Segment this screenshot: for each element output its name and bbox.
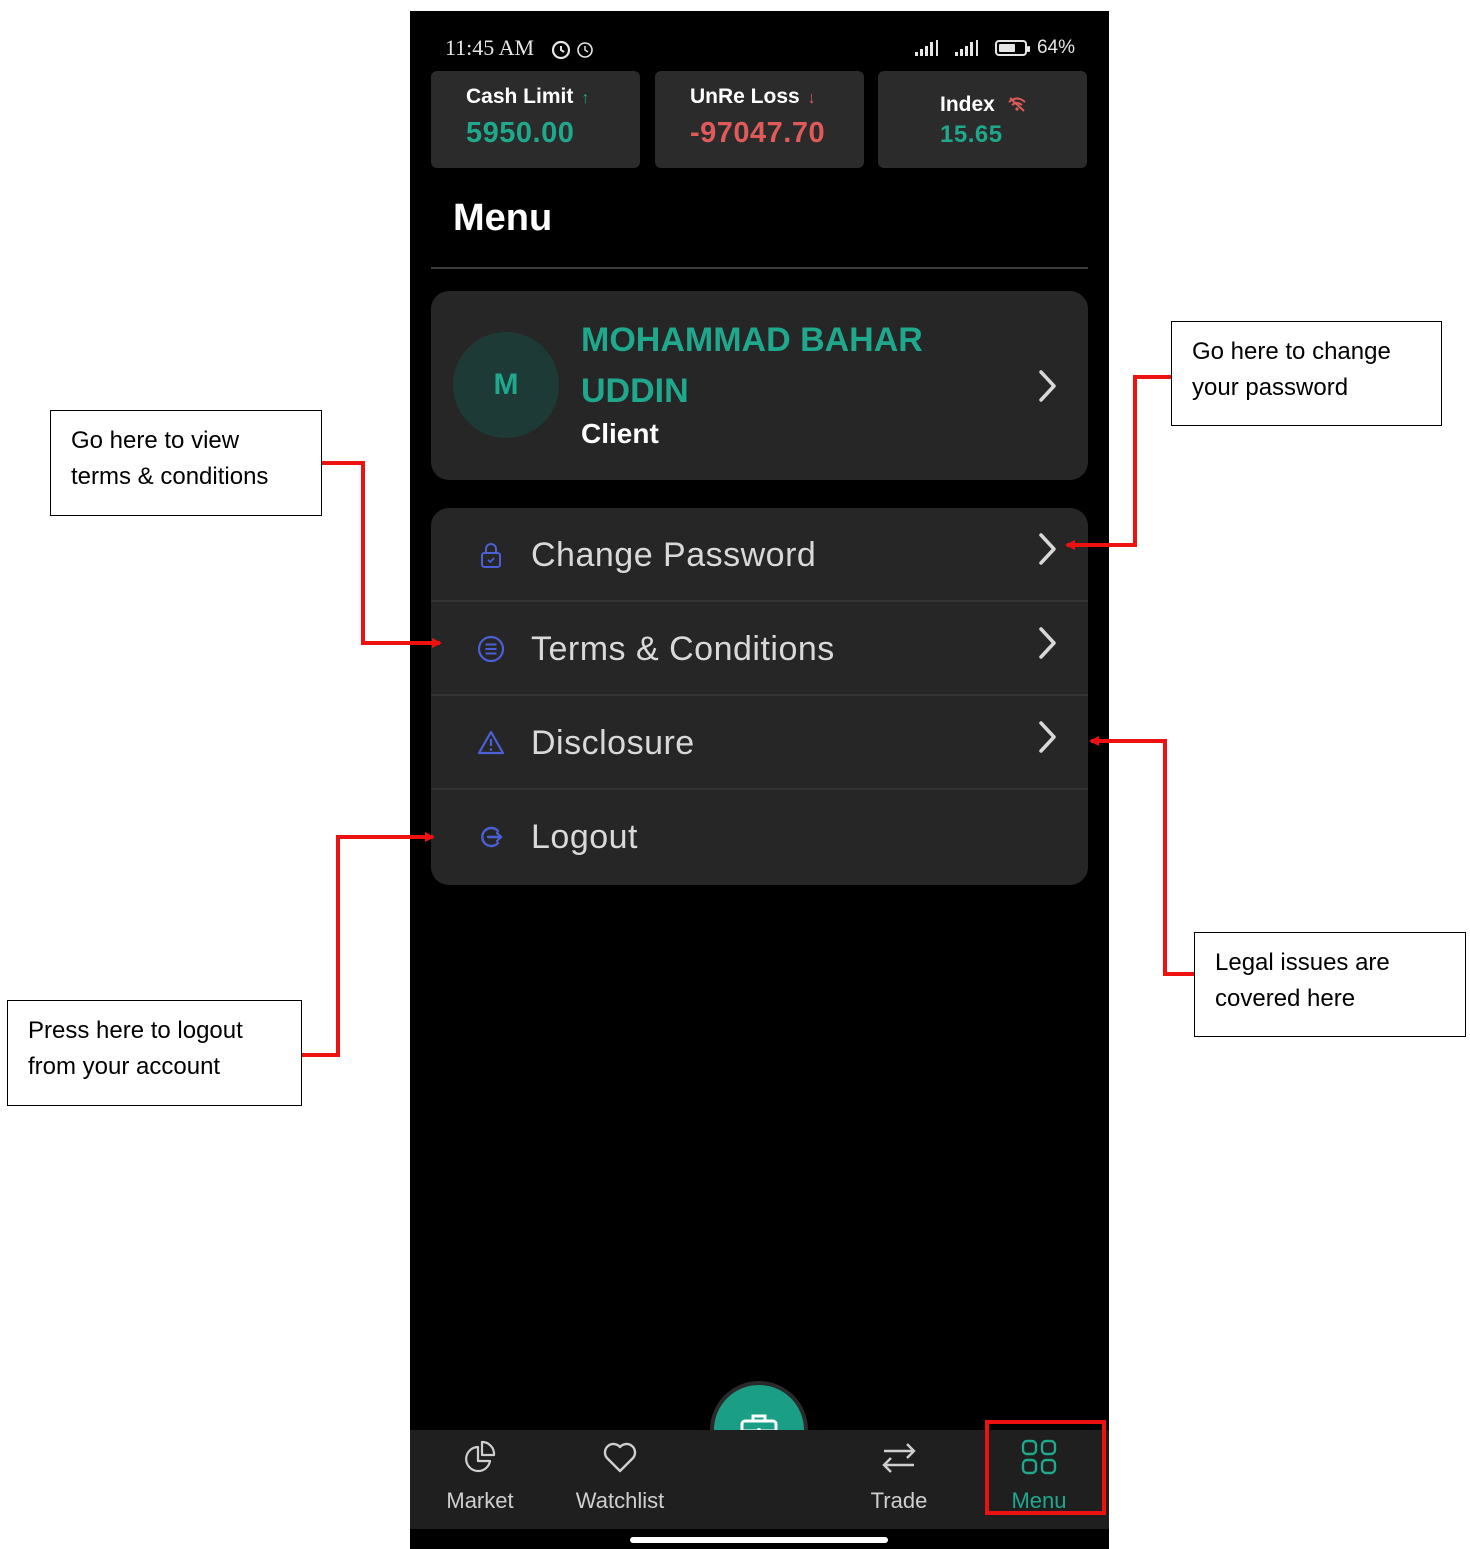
phone-screen: 11:45 AM 64% Cash Limit ↑ 5950.00 UnRe Lo… (410, 11, 1109, 1549)
menu-label-terms: Terms & Conditions (531, 630, 835, 668)
signal-icon-2 (954, 40, 978, 56)
battery-icon (994, 40, 1030, 56)
wifi-off-icon (1008, 97, 1026, 112)
chevron-right-icon (1039, 627, 1056, 659)
list-circle-icon (477, 635, 505, 663)
menu-label-change-password: Change Password (531, 536, 817, 574)
status-indicators: 64% (914, 37, 1075, 59)
menu-label-disclosure: Disclosure (531, 724, 695, 762)
nav-label-market: Market (446, 1488, 514, 1513)
profile-card[interactable]: M MOHAMMAD BAHAR UDDIN Client (431, 291, 1088, 480)
menu-item-logout[interactable]: Logout (431, 790, 1088, 884)
swap-icon (882, 1443, 916, 1473)
alarm-clock-icon (551, 40, 593, 60)
callout-logout: Press here to logout from your account (7, 1000, 302, 1106)
arrow-up-icon: ↑ (581, 90, 590, 107)
unrealized-loss-card[interactable]: UnRe Loss ↓ -97047.70 (655, 71, 864, 168)
menu-item-terms[interactable]: Terms & Conditions (431, 602, 1088, 696)
index-card[interactable]: Index 15.65 (878, 71, 1087, 168)
battery-level: 64% (1036, 37, 1075, 58)
cash-limit-card[interactable]: Cash Limit ↑ 5950.00 (431, 71, 640, 168)
page-title: Menu (453, 197, 553, 239)
avatar: M (453, 332, 559, 438)
pie-chart-icon (465, 1440, 496, 1473)
menu-list: Change Password Terms & Conditions Discl… (431, 508, 1088, 885)
logout-icon (481, 826, 503, 848)
index-value: 15.65 (940, 121, 1003, 148)
heart-icon (603, 1442, 637, 1473)
chevron-right-icon (1039, 370, 1056, 402)
lock-icon (481, 543, 501, 568)
alarm-icons (550, 37, 600, 67)
warning-icon (477, 730, 505, 755)
cash-limit-label: Cash Limit ↑ (466, 85, 590, 108)
menu-item-disclosure[interactable]: Disclosure (431, 696, 1088, 790)
nav-label-watchlist: Watchlist (575, 1488, 665, 1513)
callout-password: Go here to change your password (1171, 321, 1442, 426)
nav-label-trade: Trade (870, 1488, 928, 1513)
divider (431, 267, 1088, 269)
chevron-right-icon (1039, 533, 1056, 565)
chevron-right-icon (1039, 721, 1056, 753)
callout-legal: Legal issues are covered here (1194, 932, 1466, 1037)
unre-loss-value: -97047.70 (690, 117, 826, 149)
unre-loss-label: UnRe Loss ↓ (690, 85, 816, 108)
menu-label-logout: Logout (531, 818, 638, 856)
index-label: Index (940, 93, 1027, 117)
cash-limit-value: 5950.00 (466, 117, 575, 149)
arrow-down-icon: ↓ (807, 90, 816, 107)
callout-terms: Go here to view terms & conditions (50, 410, 322, 516)
nav-watchlist[interactable]: Watchlist (560, 1430, 680, 1529)
profile-name: MOHAMMAD BAHAR UDDIN (581, 321, 923, 410)
menu-nav-highlight (985, 1420, 1106, 1515)
profile-role: Client (581, 418, 659, 449)
home-indicator[interactable] (630, 1537, 888, 1543)
signal-icon (914, 40, 938, 56)
status-time: 11:45 AM (445, 35, 535, 60)
menu-item-change-password[interactable]: Change Password (431, 508, 1088, 602)
nav-trade[interactable]: Trade (839, 1430, 959, 1529)
nav-market[interactable]: Market (420, 1430, 540, 1529)
